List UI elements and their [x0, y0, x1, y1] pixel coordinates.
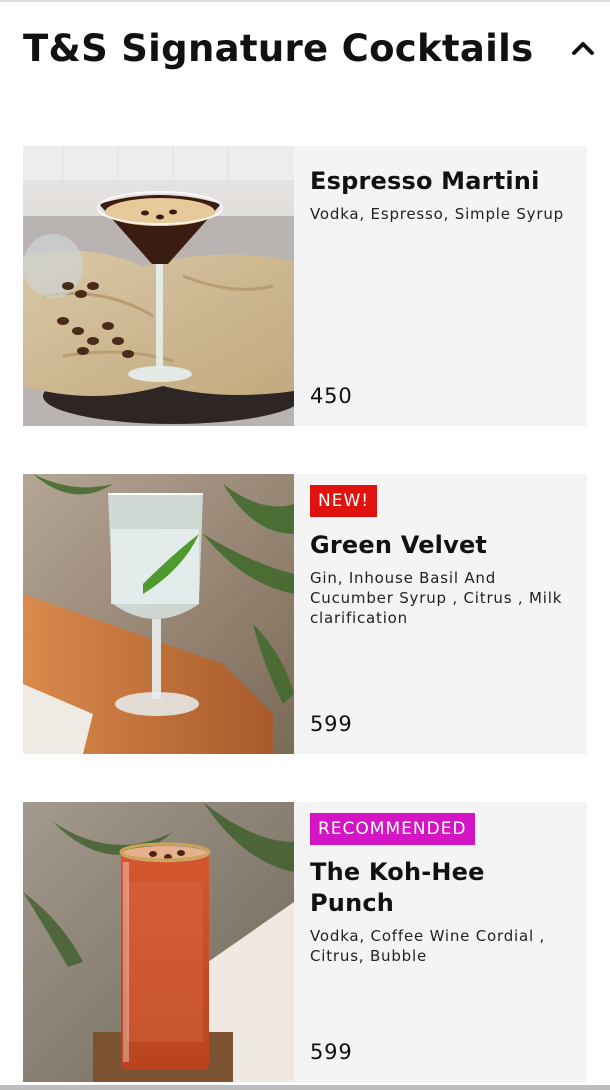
menu-item-details: Espresso Martini Vodka, Espresso, Simple… — [310, 146, 574, 426]
item-name: Green Velvet — [310, 531, 488, 559]
item-description: Gin, Inhouse Basil And Cucumber Syrup , … — [310, 569, 563, 627]
menu-item-details: NEW! Green Velvet Gin, Inhouse Basil And… — [310, 474, 574, 754]
item-name: Espresso Martini — [310, 167, 540, 195]
espresso-martini-photo — [23, 146, 294, 426]
bottom-edge — [0, 1085, 610, 1090]
chevron-up-icon[interactable] — [568, 33, 598, 63]
section-header[interactable]: T&S Signature Cocktails — [23, 20, 598, 76]
menu-item-card[interactable]: Espresso Martini Vodka, Espresso, Simple… — [23, 146, 587, 426]
new-badge: NEW! — [310, 485, 378, 517]
menu-item-card[interactable]: RECOMMENDED The Koh-Hee Punch Vodka, Cof… — [23, 802, 587, 1082]
recommended-badge: RECOMMENDED — [310, 813, 475, 845]
item-name: The Koh-Hee Punch — [310, 858, 485, 917]
top-divider — [0, 0, 610, 2]
item-price: 599 — [310, 712, 353, 736]
menu-item-details: RECOMMENDED The Koh-Hee Punch Vodka, Cof… — [310, 802, 574, 1082]
item-description: Vodka, Espresso, Simple Syrup — [310, 205, 564, 223]
menu-item-card[interactable]: NEW! Green Velvet Gin, Inhouse Basil And… — [23, 474, 587, 754]
green-velvet-photo — [23, 474, 294, 754]
section-title: T&S Signature Cocktails — [23, 26, 534, 70]
item-price: 450 — [310, 384, 353, 408]
item-description: Vodka, Coffee Wine Cordial , Citrus, Bub… — [310, 927, 546, 965]
item-price: 599 — [310, 1040, 353, 1064]
koh-hee-punch-photo — [23, 802, 294, 1082]
